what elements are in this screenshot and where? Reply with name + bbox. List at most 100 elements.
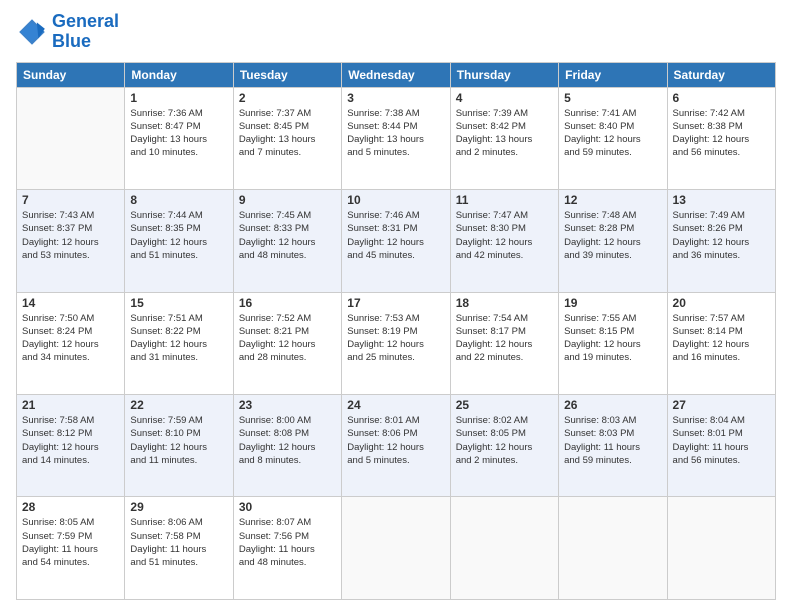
calendar-cell: 13 Sunrise: 7:49 AMSunset: 8:26 PMDayligh…	[667, 190, 775, 292]
calendar-cell	[17, 87, 125, 189]
logo-icon	[16, 16, 48, 48]
day-number: 1	[130, 91, 227, 105]
day-info: Sunrise: 7:38 AMSunset: 8:44 PMDaylight:…	[347, 107, 444, 160]
day-info: Sunrise: 7:49 AMSunset: 8:26 PMDaylight:…	[673, 209, 770, 262]
calendar-cell	[667, 497, 775, 600]
page: General Blue SundayMondayTuesdayWednesda…	[0, 0, 792, 612]
calendar-cell: 29 Sunrise: 8:06 AMSunset: 7:58 PMDayligh…	[125, 497, 233, 600]
day-number: 21	[22, 398, 119, 412]
day-info: Sunrise: 7:53 AMSunset: 8:19 PMDaylight:…	[347, 312, 444, 365]
calendar-cell: 20 Sunrise: 7:57 AMSunset: 8:14 PMDayligh…	[667, 292, 775, 394]
weekday-header-row: SundayMondayTuesdayWednesdayThursdayFrid…	[17, 62, 776, 87]
calendar-cell: 5 Sunrise: 7:41 AMSunset: 8:40 PMDaylight…	[559, 87, 667, 189]
weekday-saturday: Saturday	[667, 62, 775, 87]
weekday-wednesday: Wednesday	[342, 62, 450, 87]
logo-general: General	[52, 11, 119, 31]
weekday-tuesday: Tuesday	[233, 62, 341, 87]
day-info: Sunrise: 7:54 AMSunset: 8:17 PMDaylight:…	[456, 312, 553, 365]
day-info: Sunrise: 7:52 AMSunset: 8:21 PMDaylight:…	[239, 312, 336, 365]
calendar-cell: 17Sunrise: 7:53 AMSunset: 8:19 PMDayligh…	[342, 292, 450, 394]
day-number: 12	[564, 193, 661, 207]
day-info: Sunrise: 7:46 AMSunset: 8:31 PMDaylight:…	[347, 209, 444, 262]
calendar: SundayMondayTuesdayWednesdayThursdayFrid…	[16, 62, 776, 600]
weekday-monday: Monday	[125, 62, 233, 87]
day-info: Sunrise: 7:57 AMSunset: 8:14 PMDaylight:…	[673, 312, 770, 365]
day-info: Sunrise: 7:51 AMSunset: 8:22 PMDaylight:…	[130, 312, 227, 365]
calendar-cell: 22 Sunrise: 7:59 AMSunset: 8:10 PMDayligh…	[125, 395, 233, 497]
calendar-cell: 11 Sunrise: 7:47 AMSunset: 8:30 PMDayligh…	[450, 190, 558, 292]
day-number: 29	[130, 500, 227, 514]
calendar-cell: 16 Sunrise: 7:52 AMSunset: 8:21 PMDayligh…	[233, 292, 341, 394]
header: General Blue	[16, 12, 776, 52]
logo-text: General Blue	[52, 12, 119, 52]
week-row-4: 28Sunrise: 8:05 AMSunset: 7:59 PMDayligh…	[17, 497, 776, 600]
day-number: 3	[347, 91, 444, 105]
day-info: Sunrise: 7:48 AMSunset: 8:28 PMDaylight:…	[564, 209, 661, 262]
day-number: 24	[347, 398, 444, 412]
calendar-cell: 8Sunrise: 7:44 AMSunset: 8:35 PMDaylight…	[125, 190, 233, 292]
calendar-cell: 3 Sunrise: 7:38 AMSunset: 8:44 PMDaylight…	[342, 87, 450, 189]
day-info: Sunrise: 7:55 AMSunset: 8:15 PMDaylight:…	[564, 312, 661, 365]
day-info: Sunrise: 8:04 AMSunset: 8:01 PMDaylight:…	[673, 414, 770, 467]
calendar-cell: 12 Sunrise: 7:48 AMSunset: 8:28 PMDayligh…	[559, 190, 667, 292]
day-info: Sunrise: 7:44 AMSunset: 8:35 PMDaylight:…	[130, 209, 227, 262]
day-number: 23	[239, 398, 336, 412]
day-number: 10	[347, 193, 444, 207]
week-row-0: 1 Sunrise: 7:36 AMSunset: 8:47 PMDaylight…	[17, 87, 776, 189]
day-number: 16	[239, 296, 336, 310]
day-info: Sunrise: 8:01 AMSunset: 8:06 PMDaylight:…	[347, 414, 444, 467]
week-row-3: 21 Sunrise: 7:58 AMSunset: 8:12 PMDayligh…	[17, 395, 776, 497]
day-info: Sunrise: 8:05 AMSunset: 7:59 PMDaylight:…	[22, 516, 119, 569]
day-info: Sunrise: 7:58 AMSunset: 8:12 PMDaylight:…	[22, 414, 119, 467]
day-info: Sunrise: 7:37 AMSunset: 8:45 PMDaylight:…	[239, 107, 336, 160]
day-number: 5	[564, 91, 661, 105]
day-info: Sunrise: 7:59 AMSunset: 8:10 PMDaylight:…	[130, 414, 227, 467]
calendar-cell: 28Sunrise: 8:05 AMSunset: 7:59 PMDayligh…	[17, 497, 125, 600]
week-row-2: 14 Sunrise: 7:50 AMSunset: 8:24 PMDayligh…	[17, 292, 776, 394]
day-number: 19	[564, 296, 661, 310]
day-number: 11	[456, 193, 553, 207]
day-number: 30	[239, 500, 336, 514]
day-info: Sunrise: 7:36 AMSunset: 8:47 PMDaylight:…	[130, 107, 227, 160]
day-info: Sunrise: 7:42 AMSunset: 8:38 PMDaylight:…	[673, 107, 770, 160]
day-number: 2	[239, 91, 336, 105]
day-info: Sunrise: 8:00 AMSunset: 8:08 PMDaylight:…	[239, 414, 336, 467]
day-number: 7	[22, 193, 119, 207]
day-info: Sunrise: 7:45 AMSunset: 8:33 PMDaylight:…	[239, 209, 336, 262]
weekday-sunday: Sunday	[17, 62, 125, 87]
calendar-cell: 15 Sunrise: 7:51 AMSunset: 8:22 PMDayligh…	[125, 292, 233, 394]
calendar-cell: 10 Sunrise: 7:46 AMSunset: 8:31 PMDayligh…	[342, 190, 450, 292]
logo: General Blue	[16, 12, 119, 52]
calendar-cell: 4Sunrise: 7:39 AMSunset: 8:42 PMDaylight…	[450, 87, 558, 189]
day-number: 4	[456, 91, 553, 105]
weekday-thursday: Thursday	[450, 62, 558, 87]
day-number: 6	[673, 91, 770, 105]
calendar-cell: 19 Sunrise: 7:55 AMSunset: 8:15 PMDayligh…	[559, 292, 667, 394]
day-info: Sunrise: 7:43 AMSunset: 8:37 PMDaylight:…	[22, 209, 119, 262]
calendar-cell: 9Sunrise: 7:45 AMSunset: 8:33 PMDaylight…	[233, 190, 341, 292]
day-number: 14	[22, 296, 119, 310]
weekday-friday: Friday	[559, 62, 667, 87]
day-info: Sunrise: 8:02 AMSunset: 8:05 PMDaylight:…	[456, 414, 553, 467]
week-row-1: 7 Sunrise: 7:43 AMSunset: 8:37 PMDaylight…	[17, 190, 776, 292]
day-info: Sunrise: 7:47 AMSunset: 8:30 PMDaylight:…	[456, 209, 553, 262]
day-number: 25	[456, 398, 553, 412]
day-info: Sunrise: 7:50 AMSunset: 8:24 PMDaylight:…	[22, 312, 119, 365]
calendar-cell: 30Sunrise: 8:07 AMSunset: 7:56 PMDayligh…	[233, 497, 341, 600]
calendar-cell: 7 Sunrise: 7:43 AMSunset: 8:37 PMDaylight…	[17, 190, 125, 292]
day-info: Sunrise: 7:41 AMSunset: 8:40 PMDaylight:…	[564, 107, 661, 160]
calendar-cell: 14 Sunrise: 7:50 AMSunset: 8:24 PMDayligh…	[17, 292, 125, 394]
calendar-cell	[342, 497, 450, 600]
day-number: 15	[130, 296, 227, 310]
day-info: Sunrise: 8:03 AMSunset: 8:03 PMDaylight:…	[564, 414, 661, 467]
calendar-cell: 25 Sunrise: 8:02 AMSunset: 8:05 PMDayligh…	[450, 395, 558, 497]
calendar-cell: 24 Sunrise: 8:01 AMSunset: 8:06 PMDayligh…	[342, 395, 450, 497]
day-number: 22	[130, 398, 227, 412]
day-number: 20	[673, 296, 770, 310]
day-number: 26	[564, 398, 661, 412]
calendar-cell: 6 Sunrise: 7:42 AMSunset: 8:38 PMDaylight…	[667, 87, 775, 189]
day-number: 13	[673, 193, 770, 207]
logo-blue: Blue	[52, 31, 91, 51]
calendar-cell: 21 Sunrise: 7:58 AMSunset: 8:12 PMDayligh…	[17, 395, 125, 497]
day-info: Sunrise: 8:06 AMSunset: 7:58 PMDaylight:…	[130, 516, 227, 569]
